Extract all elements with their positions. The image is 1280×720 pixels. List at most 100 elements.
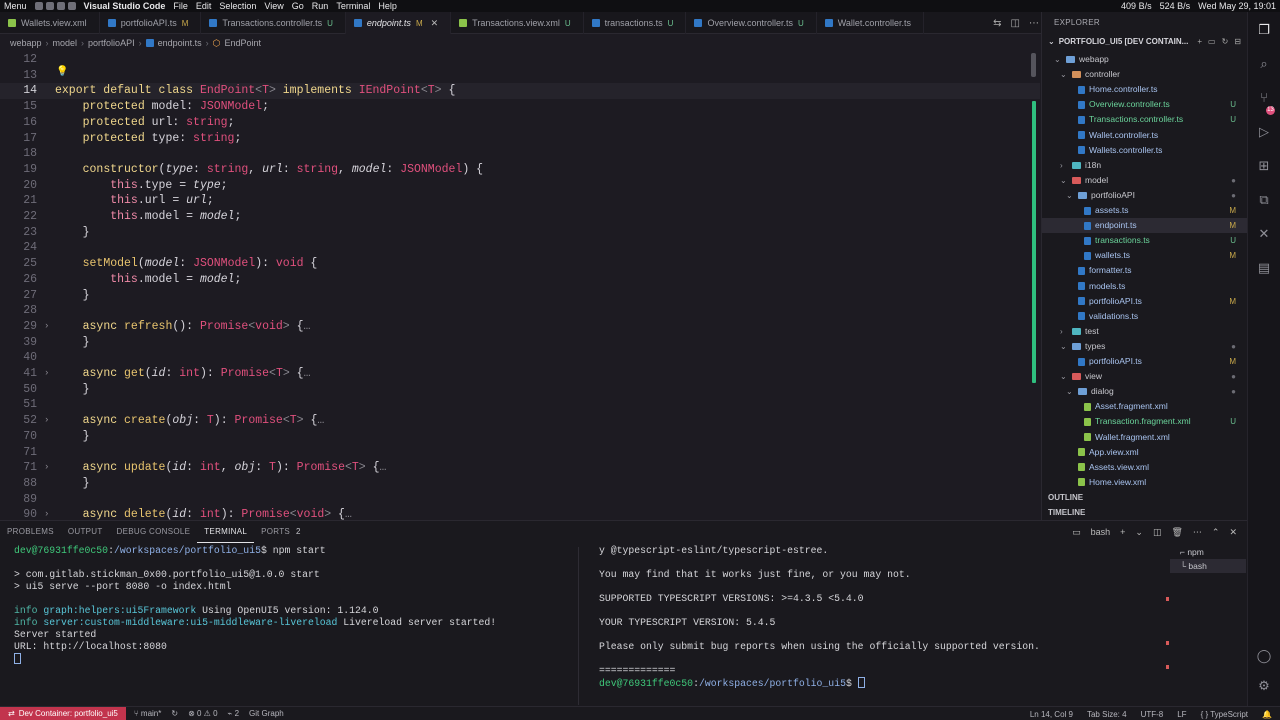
tab-ports[interactable]: PORTS 2 (254, 521, 308, 543)
tree-file[interactable]: transactions.ts U (1042, 233, 1248, 248)
code-line[interactable]: 25 setModel(model: JSONModel): void { (0, 256, 1040, 272)
code-line[interactable]: 41 › async get(id: int): Promise<T> {… (0, 366, 1040, 382)
tree-file[interactable]: endpoint.ts M (1042, 218, 1248, 234)
chat-icon[interactable]: ▤ (1256, 260, 1272, 276)
code-line[interactable]: 28 (0, 303, 1040, 319)
tab-debug-console[interactable]: DEBUG CONSOLE (110, 521, 198, 543)
tab-wallets-view-xml[interactable]: Wallets.view.xml (0, 12, 100, 34)
menu-terminal[interactable]: Terminal (336, 1, 370, 11)
tree-file[interactable]: formatter.ts (1042, 263, 1248, 278)
menu-selection[interactable]: Selection (219, 1, 256, 11)
menu-go[interactable]: Go (292, 1, 304, 11)
tab-portfolioapi-ts[interactable]: portfolioAPI.ts M (100, 12, 202, 34)
code-line[interactable]: 27 } (0, 288, 1040, 304)
project-root[interactable]: ⌄ PORTFOLIO_UI5 [DEV CONTAIN... + ▭ ↻ ⊟ (1042, 34, 1247, 50)
terminal-list-item[interactable]: └ bash (1170, 559, 1246, 573)
more-actions-icon[interactable]: ⋯ (1029, 18, 1039, 29)
tree-file[interactable]: wallets.ts M (1042, 248, 1248, 263)
breadcrumb-item[interactable]: webapp (10, 38, 42, 48)
code-line[interactable]: 21 this.url = url; (0, 193, 1040, 209)
tree-folder[interactable]: ⌄ webapp (1042, 52, 1248, 67)
terminal-left[interactable]: dev@76931ffe0c50:/workspaces/portfolio_u… (14, 545, 496, 666)
tree-file[interactable]: Transaction.fragment.xml U (1042, 414, 1248, 429)
fold-chevron-icon[interactable]: › (44, 460, 49, 476)
tools-icon[interactable]: ✕ (1256, 226, 1272, 242)
tree-file[interactable]: Asset.fragment.xml (1042, 399, 1248, 414)
code-line[interactable]: 19 constructor(type: string, url: string… (0, 162, 1040, 178)
collapse-icon[interactable]: ⊟ (1234, 34, 1241, 50)
tree-file[interactable]: models.ts (1042, 279, 1248, 294)
end-of-line[interactable]: LF (1177, 710, 1186, 719)
breadcrumb-item[interactable]: model (53, 38, 78, 48)
code-line[interactable]: 29 › async refresh(): Promise<void> {… (0, 319, 1040, 335)
extensions-icon[interactable]: ⊞ (1256, 158, 1272, 174)
git-graph-button[interactable]: Git Graph (249, 709, 284, 718)
code-line[interactable]: 18 (0, 146, 1040, 162)
close-icon[interactable]: ✕ (431, 18, 439, 29)
tree-file[interactable]: Overview.controller.ts U (1042, 97, 1248, 112)
kill-terminal-icon[interactable]: 🗑 (1171, 527, 1182, 538)
code-line[interactable]: 89 (0, 492, 1040, 508)
fold-chevron-icon[interactable]: › (44, 319, 49, 335)
tree-file[interactable]: portfolioAPI.ts M (1042, 354, 1248, 369)
outline-section[interactable]: OUTLINE (1042, 490, 1248, 505)
code-line[interactable]: 39 } (0, 335, 1040, 351)
tab-endpoint-ts[interactable]: endpoint.ts M ✕ (345, 12, 452, 34)
tree-folder[interactable]: ⌄ model ● (1042, 173, 1248, 188)
compare-icon[interactable]: ⇆ (993, 18, 1001, 29)
refresh-icon[interactable]: ↻ (1222, 34, 1229, 50)
code-line[interactable]: 13 (0, 68, 1040, 84)
menu-file[interactable]: File (173, 1, 188, 11)
tree-folder[interactable]: ⌄ view ● (1042, 369, 1248, 384)
code-line[interactable]: 50 } (0, 382, 1040, 398)
fold-chevron-icon[interactable]: › (44, 366, 49, 382)
tree-folder[interactable]: ⌄ controller (1042, 67, 1248, 82)
encoding[interactable]: UTF-8 (1141, 710, 1164, 719)
code-line[interactable]: 90 › async delete(id: int): Promise<void>… (0, 507, 1040, 520)
split-terminal-icon[interactable]: ◫ (1153, 527, 1162, 538)
tab-wallet-controller-ts[interactable]: Wallet.controller.ts (817, 12, 924, 34)
cursor-position[interactable]: Ln 14, Col 9 (1030, 710, 1073, 719)
notifications-icon[interactable]: 🔔 (1262, 710, 1272, 719)
tab-transactions-ts[interactable]: transactions.ts U (584, 12, 687, 34)
code-line[interactable]: 24 (0, 240, 1040, 256)
tree-file[interactable]: Transactions.controller.ts U (1042, 112, 1248, 127)
code-line[interactable]: 71 (0, 445, 1040, 461)
code-line[interactable]: 40 (0, 350, 1040, 366)
code-line[interactable]: 26 this.model = model; (0, 272, 1040, 288)
tab-transactions-view-xml[interactable]: Transactions.view.xml U (451, 12, 584, 34)
code-line[interactable]: 22 this.model = model; (0, 209, 1040, 225)
more-icon[interactable]: ⋯ (1193, 527, 1202, 538)
tree-folder[interactable]: ⌄ dialog ● (1042, 384, 1248, 399)
breadcrumb-item[interactable]: portfolioAPI (88, 38, 135, 48)
tab-output[interactable]: OUTPUT (61, 521, 110, 543)
code-editor[interactable]: 💡 12 13 14 export default class EndPoint<T>… (0, 51, 1040, 520)
menu-edit[interactable]: Edit (196, 1, 212, 11)
tree-file[interactable]: portfolioAPI.ts M (1042, 294, 1248, 309)
ports-indicator[interactable]: ⌁ 2 (228, 709, 240, 718)
tree-file[interactable]: Assets.view.xml (1042, 460, 1248, 475)
tree-folder[interactable]: ⌄ types ● (1042, 339, 1248, 354)
terminal-list-item[interactable]: ⌐ npm (1170, 545, 1246, 559)
new-terminal-icon[interactable]: + (1120, 527, 1125, 537)
tab-overview-controller-ts[interactable]: Overview.controller.ts U (686, 12, 817, 34)
sync-icon[interactable]: ↻ (171, 709, 178, 718)
code-line[interactable]: 23 } (0, 225, 1040, 241)
new-folder-icon[interactable]: ▭ (1208, 34, 1216, 50)
remote-indicator[interactable]: ⇄ Dev Container: portfolio_ui5 (0, 706, 126, 720)
terminal-split-divider[interactable] (578, 547, 579, 705)
chevron-down-icon[interactable]: ⌄ (1135, 527, 1143, 538)
tree-file[interactable]: App.view.xml (1042, 445, 1248, 460)
tab-size[interactable]: Tab Size: 4 (1087, 710, 1127, 719)
new-file-icon[interactable]: + (1197, 34, 1202, 50)
fold-chevron-icon[interactable]: › (44, 413, 49, 429)
tab-transactions-controller-ts[interactable]: Transactions.controller.ts U (201, 12, 346, 34)
run-debug-icon[interactable]: ▷ (1256, 124, 1272, 140)
code-line[interactable]: 17 protected type: string; (0, 131, 1040, 147)
code-line[interactable]: 14 export default class EndPoint<T> imple… (0, 83, 1040, 100)
code-line[interactable]: 52 › async create(obj: T): Promise<T> {… (0, 413, 1040, 429)
maximize-icon[interactable]: ⌃ (1212, 527, 1220, 538)
code-line[interactable]: 20 this.type = type; (0, 178, 1040, 194)
settings-gear-icon[interactable]: ⚙ (1256, 678, 1272, 694)
tree-folder[interactable]: › i18n (1042, 158, 1248, 173)
